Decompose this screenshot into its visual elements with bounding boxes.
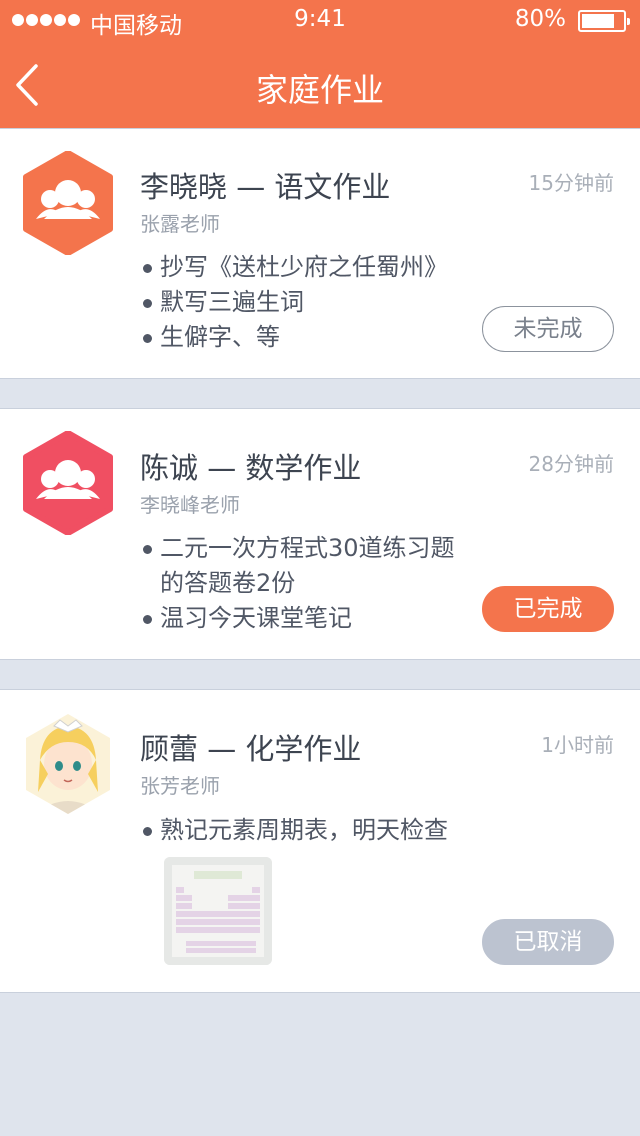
battery-icon bbox=[578, 10, 630, 32]
time-ago: 1小时前 bbox=[541, 733, 614, 757]
periodic-table-photo bbox=[164, 857, 272, 965]
group-icon bbox=[23, 430, 113, 536]
task-item: 温习今天课堂笔记 bbox=[140, 601, 460, 636]
battery-level bbox=[582, 14, 614, 28]
homework-title: 陈诚 — 数学作业 bbox=[140, 451, 362, 485]
task-list: 抄写《送杜少府之任蜀州》 默写三遍生词 生僻字、等 bbox=[140, 250, 470, 355]
teacher-name: 李晓峰老师 bbox=[140, 493, 240, 517]
homework-card[interactable]: 李晓晓 — 语文作业 张露老师 15分钟前 抄写《送杜少府之任蜀州》 默写三遍生… bbox=[0, 128, 640, 379]
task-item: 默写三遍生词 bbox=[140, 285, 470, 320]
avatar bbox=[22, 430, 114, 536]
homework-card[interactable]: 陈诚 — 数学作业 李晓峰老师 28分钟前 二元一次方程式30道练习题的答题卷2… bbox=[0, 408, 640, 660]
avatar bbox=[22, 712, 114, 816]
teacher-name: 张芳老师 bbox=[140, 774, 220, 798]
time-ago: 28分钟前 bbox=[528, 452, 614, 476]
app-header: 中国移动 9:41 80% 家庭作业 bbox=[0, 0, 640, 128]
status-button-incomplete[interactable]: 未完成 bbox=[482, 306, 614, 352]
group-icon bbox=[23, 150, 113, 256]
homework-card[interactable]: 顾蕾 — 化学作业 张芳老师 1小时前 熟记元素周期表，明天检查 已取消 bbox=[0, 689, 640, 993]
user-photo bbox=[26, 714, 110, 814]
avatar bbox=[22, 150, 114, 256]
attachment-thumbnail[interactable] bbox=[164, 857, 272, 965]
task-item: 生僻字、等 bbox=[140, 320, 470, 355]
task-item: 二元一次方程式30道练习题的答题卷2份 bbox=[140, 531, 460, 601]
task-item: 抄写《送杜少府之任蜀州》 bbox=[140, 250, 470, 285]
battery-percentage: 80% bbox=[514, 6, 566, 32]
task-item: 熟记元素周期表，明天检查 bbox=[140, 813, 500, 848]
page-title: 家庭作业 bbox=[255, 71, 384, 109]
homework-title: 李晓晓 — 语文作业 bbox=[140, 170, 391, 204]
status-button-cancelled[interactable]: 已取消 bbox=[482, 919, 614, 965]
status-bar: 中国移动 9:41 80% bbox=[0, 0, 640, 40]
status-button-complete[interactable]: 已完成 bbox=[482, 586, 614, 632]
task-list: 二元一次方程式30道练习题的答题卷2份 温习今天课堂笔记 bbox=[140, 531, 460, 636]
homework-title: 顾蕾 — 化学作业 bbox=[140, 732, 362, 766]
teacher-name: 张露老师 bbox=[140, 212, 220, 236]
time-ago: 15分钟前 bbox=[528, 171, 614, 195]
task-list: 熟记元素周期表，明天检查 bbox=[140, 813, 500, 848]
